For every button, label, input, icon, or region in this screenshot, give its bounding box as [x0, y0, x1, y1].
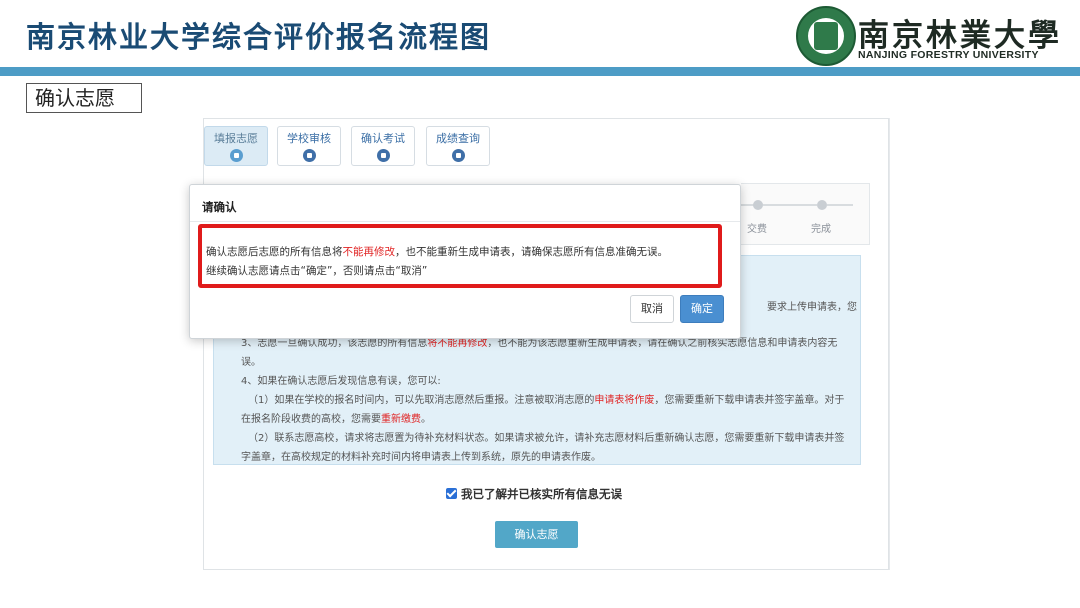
tab-score-query[interactable]: 成绩查询: [426, 126, 490, 166]
progress-step-dot: [817, 200, 827, 210]
tab-fill-application[interactable]: 填报志愿: [204, 126, 268, 166]
section-label: 确认志愿: [26, 83, 142, 113]
tab-label: 成绩查询: [436, 132, 480, 145]
progress-label-payment: 交费: [747, 224, 767, 235]
document-icon: [376, 149, 390, 162]
tab-school-review[interactable]: 学校审核: [277, 126, 341, 166]
slide-title: 南京林业大学综合评价报名流程图: [26, 20, 492, 54]
dialog-divider: [190, 221, 740, 222]
agree-label: 我已了解并已核实所有信息无误: [461, 487, 622, 501]
dialog-message-line-2: 继续确认志愿请点击“确定”，否则请点击“取消”: [206, 265, 428, 277]
document-icon: [302, 149, 316, 162]
dialog-title: 请确认: [202, 200, 237, 214]
divider: [889, 118, 890, 570]
confirm-application-button[interactable]: 确认志愿: [495, 521, 578, 548]
tab-label: 填报志愿: [214, 132, 258, 145]
header-divider-bar: [0, 67, 1080, 76]
notice-line: （2）联系志愿高校，请求将志愿置为待补充材料状态。如果请求被允许，请补充志愿材料…: [248, 433, 845, 444]
circle-dot-icon: [229, 149, 243, 162]
notice-line: 要求上传申请表，您需: [767, 302, 857, 313]
notice-line: 在报名阶段收费的高校，您需要重新缴费。: [241, 414, 431, 425]
checkbox-checked-icon[interactable]: [446, 488, 457, 499]
progress-label-complete: 完成: [811, 224, 831, 235]
dialog-message-line-1: 确认志愿后志愿的所有信息将不能再修改，也不能重新生成申请表，请确保志愿所有信息准…: [206, 246, 668, 258]
logo-english-name: NANJING FORESTRY UNIVERSITY: [858, 49, 1039, 61]
cancel-button[interactable]: 取消: [630, 295, 674, 323]
university-logo: 南京林業大學 NANJING FORESTRY UNIVERSITY: [796, 6, 1066, 66]
tab-label: 学校审核: [287, 132, 331, 145]
notice-line: 误。: [241, 357, 261, 368]
ok-button[interactable]: 确定: [680, 295, 724, 323]
notice-line: 4、如果在确认志愿后发现信息有误，您可以:: [241, 376, 441, 387]
tab-label: 确认考试: [361, 132, 405, 145]
confirm-dialog: 请确认 确认志愿后志愿的所有信息将不能再修改，也不能重新生成申请表，请确保志愿所…: [189, 184, 741, 339]
document-icon: [451, 149, 465, 162]
progress-step-dot: [753, 200, 763, 210]
notice-line: （1）如果在学校的报名时间内，可以先取消志愿然后重报。注意被取消志愿的申请表将作…: [248, 395, 845, 406]
progress-tracker: 交费 完成: [741, 183, 870, 245]
agree-checkbox-row[interactable]: 我已了解并已核实所有信息无误: [446, 486, 622, 502]
university-seal-icon: [796, 6, 856, 66]
tab-confirm-exam[interactable]: 确认考试: [351, 126, 415, 166]
notice-line: 字盖章，在高校规定的材料补充时间内将申请表上传到系统，原先的申请表作废。: [241, 452, 601, 463]
